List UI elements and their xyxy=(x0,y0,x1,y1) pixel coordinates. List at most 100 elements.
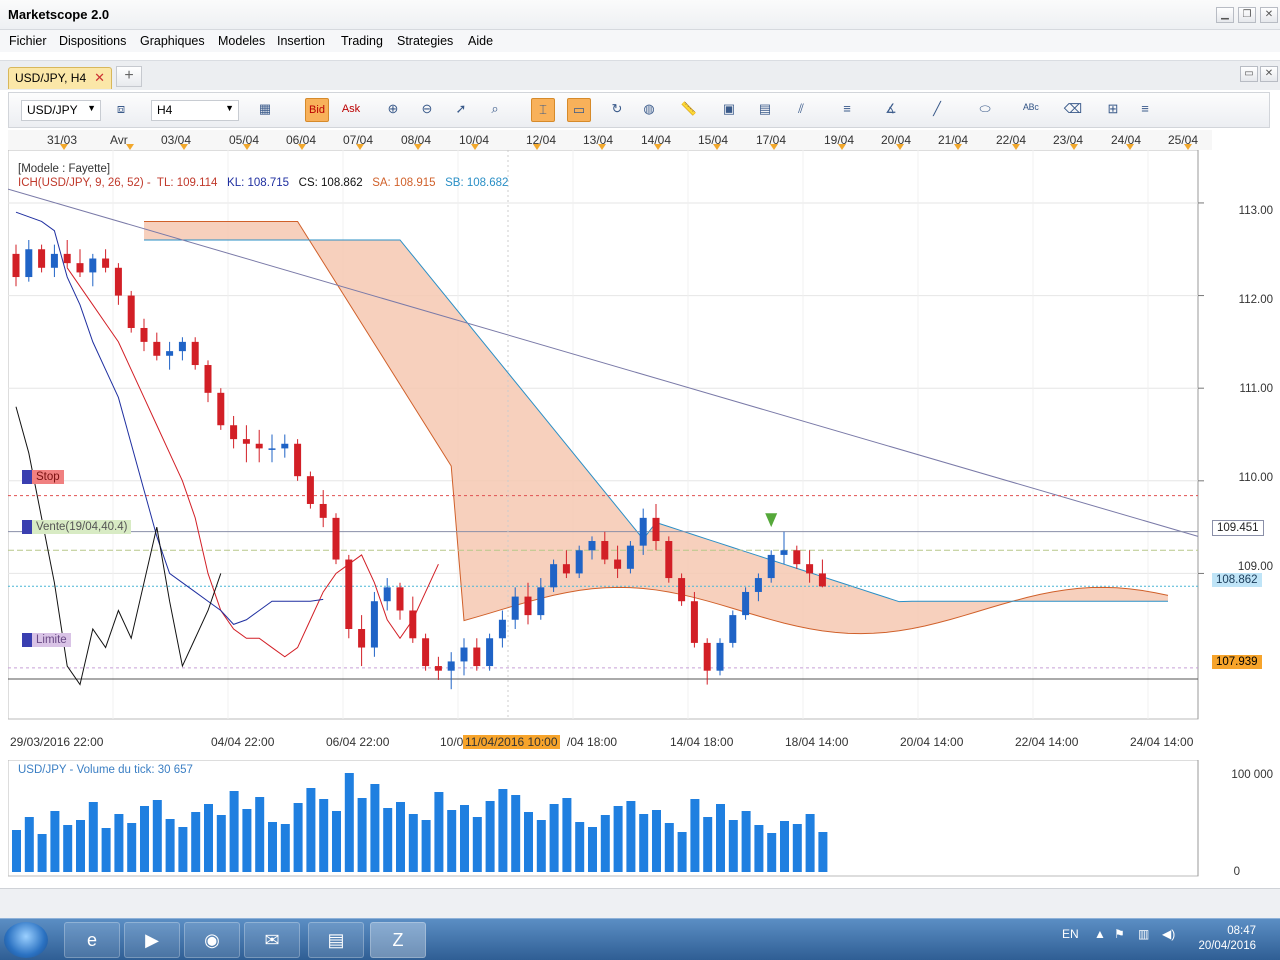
time-label: /04 18:00 xyxy=(567,735,618,749)
volume-bar xyxy=(498,789,508,872)
volume-bar xyxy=(447,810,457,872)
fan-tools-icon[interactable]: ∡ xyxy=(879,98,903,122)
price-chart-canvas[interactable] xyxy=(8,150,1274,730)
volume-bar xyxy=(652,810,661,872)
candle-body xyxy=(76,263,84,273)
flag-icon[interactable]: ⚑ xyxy=(1114,927,1125,941)
toolbar-options-icon[interactable]: ≡ xyxy=(1133,98,1157,122)
time-label: 24/04 14:00 xyxy=(1130,735,1194,749)
menu-graphiques[interactable]: Graphiques xyxy=(140,34,205,48)
menu-fichier[interactable]: Fichier xyxy=(9,34,47,48)
text-tool-icon[interactable]: ᴬᴮᶜ xyxy=(1019,98,1043,122)
indicator-icon[interactable]: ▤ xyxy=(753,98,777,122)
volume-bar xyxy=(805,814,815,872)
volume-bar xyxy=(383,808,393,872)
data-window-icon[interactable]: ▭ xyxy=(567,98,591,122)
close-icon[interactable]: ✕ xyxy=(1260,7,1278,23)
volume-bar xyxy=(421,820,431,872)
zoom-out-icon[interactable]: ⊖ xyxy=(415,98,439,122)
tab-usdjpy-h4[interactable]: USD/JPY, H4 ✕ xyxy=(8,67,112,89)
tab-label: USD/JPY, H4 xyxy=(15,71,87,85)
sell-order-tag[interactable]: Vente(19/04,40.4) xyxy=(22,520,132,534)
candle-body xyxy=(370,601,378,648)
candle-body xyxy=(204,365,212,393)
volume-bar xyxy=(114,814,124,872)
add-tab-button[interactable]: + xyxy=(116,66,142,87)
menu-dispositions[interactable]: Dispositions xyxy=(59,34,126,48)
volume-bar xyxy=(741,811,751,872)
restore-icon[interactable]: ❐ xyxy=(1238,7,1256,23)
candle-body xyxy=(473,647,481,667)
crosshair-icon[interactable]: ⌶ xyxy=(531,98,555,122)
hierarchy-icon[interactable]: ⊞ xyxy=(1101,98,1125,122)
volume-icon[interactable]: ◀) xyxy=(1162,927,1175,941)
candle-body xyxy=(38,249,46,268)
globe-icon[interactable]: ◍ xyxy=(637,98,661,122)
volume-bar xyxy=(408,814,418,872)
candle-body xyxy=(678,578,686,602)
candle-body xyxy=(665,541,673,579)
candle-body xyxy=(729,615,737,643)
zoom-range-icon[interactable]: ⌕ xyxy=(483,98,507,122)
trendline-tools-icon[interactable]: ⫽ xyxy=(789,98,813,122)
volume-bar xyxy=(63,825,73,872)
price-chart[interactable]: [Modele : Fayette] ICH(USD/JPY, 9, 26, 5… xyxy=(8,150,1274,730)
menu-insertion[interactable]: Insertion xyxy=(277,34,325,48)
system-clock[interactable]: 08:47 20/04/2016 xyxy=(1198,924,1256,954)
panel-minimize-icon[interactable]: ▭ xyxy=(1240,66,1258,82)
tray-expand-icon[interactable]: ▲ xyxy=(1094,927,1106,941)
menu-aide[interactable]: Aide xyxy=(468,34,493,48)
language-indicator[interactable]: EN xyxy=(1062,927,1079,941)
timeframe-select[interactable]: H4 ▼ xyxy=(151,100,239,121)
volume-bar xyxy=(280,824,290,872)
window-title: Marketscope 2.0 xyxy=(8,7,110,22)
minimize-icon[interactable]: ▁ xyxy=(1216,7,1234,23)
pen-icon[interactable]: ╱ xyxy=(925,98,949,122)
outlook-icon[interactable]: ✉ xyxy=(244,922,300,958)
ruler-icon[interactable]: 📏 xyxy=(677,98,701,122)
symbol-select[interactable]: USD/JPY ▼ xyxy=(21,100,101,121)
eraser-icon[interactable]: ⌫ xyxy=(1061,98,1085,122)
chrome-icon[interactable]: ◉ xyxy=(184,922,240,958)
panel-close-icon[interactable]: ✕ xyxy=(1260,66,1278,82)
ichimoku-kl: KL: 108.715 xyxy=(227,177,290,189)
symbol-value: USD/JPY xyxy=(27,103,78,117)
candle-body xyxy=(306,476,314,504)
candle-body xyxy=(345,559,353,630)
candle-body xyxy=(716,642,724,671)
start-button[interactable] xyxy=(4,922,48,958)
windows-taskbar: e ▶ ◉ ✉ ▤ Z EN ▲ ⚑ ▥ ◀) 08:47 20/04/2016 xyxy=(0,918,1280,960)
image-icon[interactable]: ▣ xyxy=(717,98,741,122)
volume-chart-canvas[interactable] xyxy=(8,760,1274,878)
refresh-icon[interactable]: ↻ xyxy=(605,98,629,122)
marketscope-app-icon[interactable]: Z xyxy=(370,922,426,958)
horizontal-lines-icon[interactable]: ≡ xyxy=(835,98,859,122)
media-player-icon[interactable]: ▶ xyxy=(124,922,180,958)
status-bar xyxy=(0,888,1280,918)
internet-explorer-icon[interactable]: e xyxy=(64,922,120,958)
ichimoku-name: ICH(USD/JPY, 9, 26, 52) - xyxy=(18,177,151,189)
ellipse-icon[interactable]: ⬭ xyxy=(973,98,997,122)
candle-body xyxy=(383,587,391,602)
tab-close-icon[interactable]: ✕ xyxy=(94,70,105,86)
price-tag-current: 108.862 xyxy=(1212,573,1262,587)
ask-button[interactable]: Ask xyxy=(339,98,363,122)
volume-bar xyxy=(332,811,341,872)
pointer-icon[interactable]: ➚ xyxy=(449,98,473,122)
bid-button[interactable]: Bid xyxy=(305,98,329,122)
candle-body xyxy=(255,443,263,449)
menu-modeles[interactable]: Modeles xyxy=(218,34,265,48)
volume-bar xyxy=(524,812,533,872)
volume-panel[interactable]: USD/JPY - Volume du tick: 30 657 100 000… xyxy=(8,760,1274,878)
limit-order-tag[interactable]: Limite xyxy=(22,633,71,647)
chart-style-icon[interactable]: ▦ xyxy=(253,98,277,122)
menu-trading[interactable]: Trading xyxy=(341,34,383,48)
zoom-in-icon[interactable]: ⊕ xyxy=(381,98,405,122)
date-header: 31/03 Avr 03/04 05/04 06/04 07/04 08/04 … xyxy=(8,130,1212,150)
network-icon[interactable]: ▥ xyxy=(1138,927,1149,941)
candle-body xyxy=(178,341,186,352)
stop-order-tag[interactable]: Stop xyxy=(22,470,64,484)
file-explorer-icon[interactable]: ▤ xyxy=(308,922,364,958)
chart-type-icon[interactable]: ⧈ xyxy=(109,98,133,122)
menu-strategies[interactable]: Strategies xyxy=(397,34,453,48)
